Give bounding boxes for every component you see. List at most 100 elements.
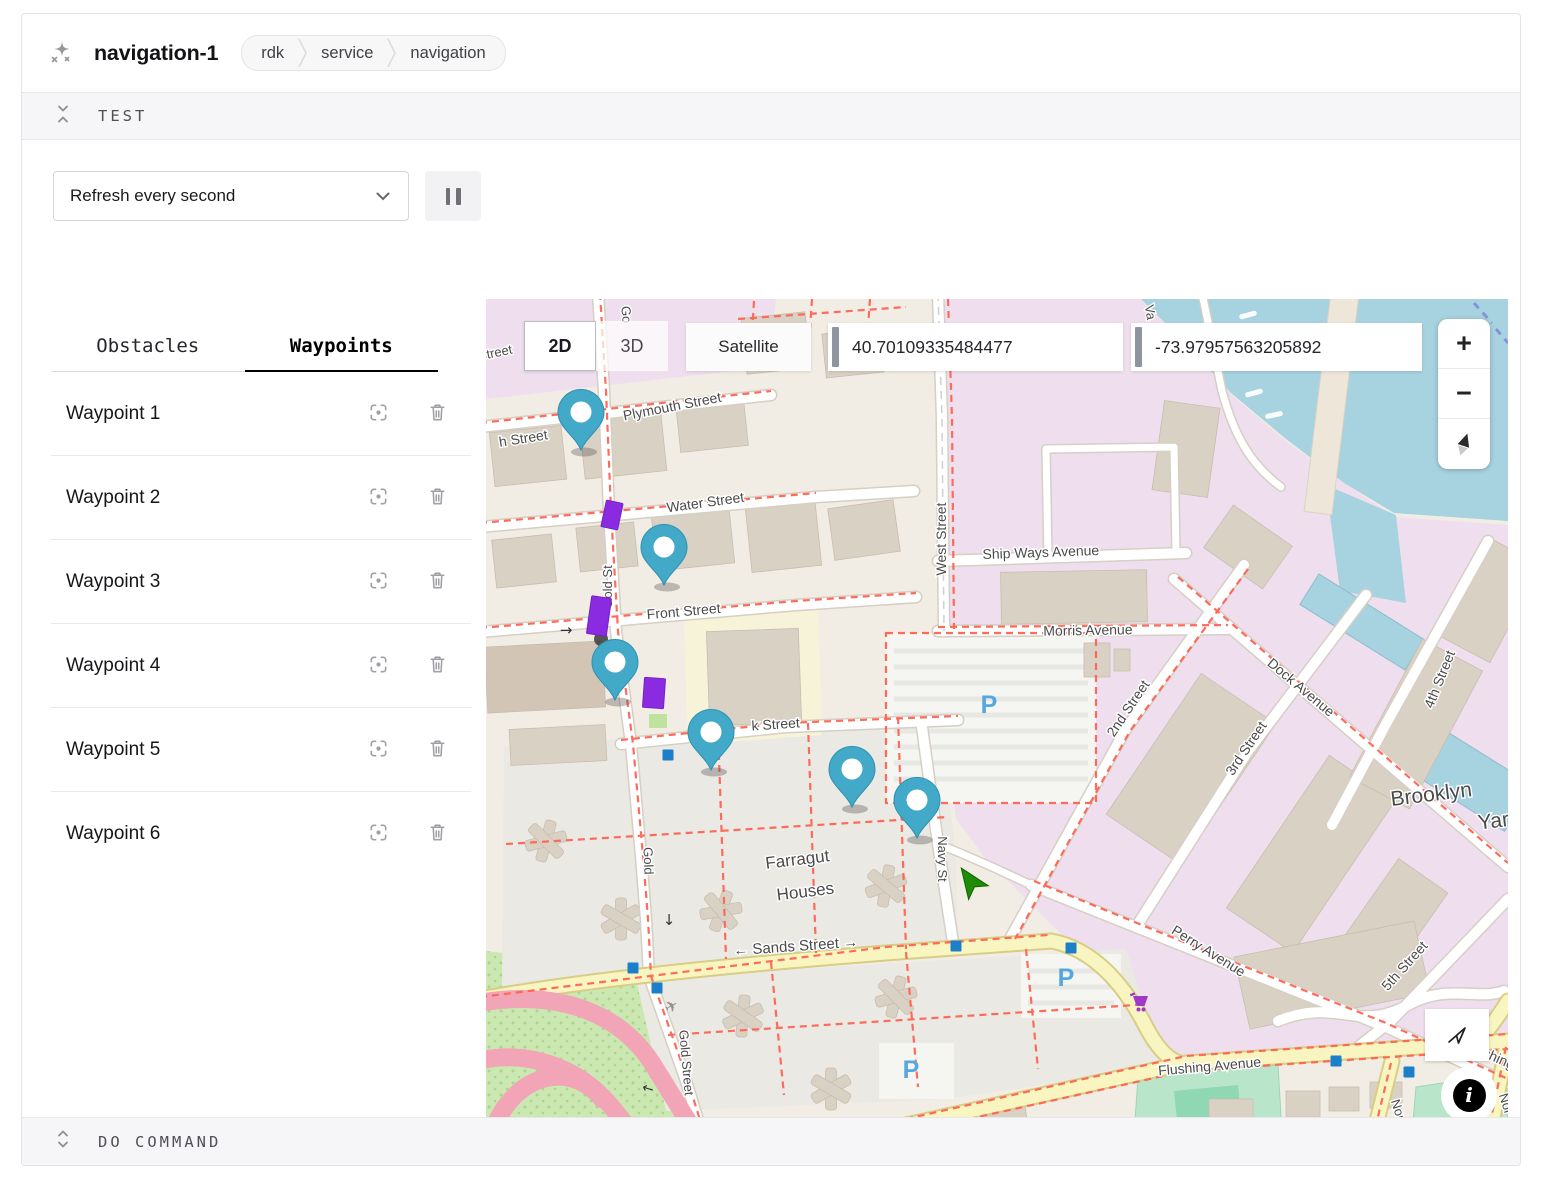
waypoint-list: Waypoint 1 Waypoint 2 Waypoint 3 Waypoint 4… (51, 372, 471, 876)
traffic-signal-icon (1331, 1056, 1342, 1067)
trash-icon (426, 737, 449, 763)
trash-icon (426, 653, 449, 679)
attribution-button[interactable]: i (1441, 1067, 1497, 1123)
focus-icon (367, 821, 390, 847)
waypoint-name: Waypoint 2 (66, 487, 331, 509)
map-mode-toggle: 2D 3D (524, 321, 668, 371)
longitude-input[interactable] (1153, 336, 1418, 359)
breadcrumb-item: rdk (248, 44, 297, 63)
delete-waypoint-button[interactable] (426, 401, 449, 427)
tab-obstacles[interactable]: Obstacles (51, 321, 245, 371)
focus-waypoint-button[interactable] (367, 401, 390, 427)
focus-waypoint-button[interactable] (367, 485, 390, 511)
main-content: ObstaclesWaypoints Waypoint 1Waypoint 2W… (22, 283, 1520, 1150)
street-label: k Street (751, 714, 800, 733)
waypoint-name: Waypoint 5 (66, 739, 331, 761)
zoom-out-button[interactable]: − (1438, 369, 1490, 419)
focus-waypoint-button[interactable] (367, 737, 390, 763)
focus-icon (367, 485, 390, 511)
zoom-in-button[interactable]: + (1438, 319, 1490, 369)
refresh-select[interactable]: Refresh every second (53, 171, 409, 221)
delete-waypoint-button[interactable] (426, 653, 449, 679)
delete-waypoint-button[interactable] (426, 737, 449, 763)
traffic-signal-icon (951, 941, 962, 952)
focus-icon (367, 653, 390, 679)
pause-icon (446, 188, 451, 205)
parking-icon: P (981, 691, 998, 719)
waypoint-row: Waypoint 1 (51, 372, 471, 456)
street-label: Gold (641, 847, 657, 875)
latitude-input[interactable] (850, 336, 1119, 359)
focus-icon (367, 401, 390, 427)
delete-waypoint-button[interactable] (426, 821, 449, 847)
breadcrumb-item: navigation (397, 44, 498, 63)
drag-handle[interactable] (832, 327, 839, 367)
trash-icon (426, 821, 449, 847)
test-section-header[interactable]: TEST (22, 92, 1520, 140)
waypoint-row: Waypoint 4 (51, 624, 471, 708)
breadcrumb-item: service (308, 44, 386, 63)
parking-icon: P (903, 1056, 920, 1084)
trash-icon (426, 485, 449, 511)
waypoint-name: Waypoint 6 (66, 823, 331, 845)
obstacle-marker[interactable] (642, 677, 665, 708)
svg-text:→: → (560, 621, 573, 639)
panel-header: navigation-1 rdk service navigation (22, 14, 1520, 92)
traffic-signal-icon (663, 750, 674, 761)
navigation-arrow-icon (1445, 1023, 1469, 1047)
compass-icon (1452, 430, 1476, 458)
info-icon: i (1453, 1079, 1486, 1112)
tab-waypoints[interactable]: Waypoints (245, 321, 439, 371)
traffic-signal-icon (1404, 1067, 1415, 1078)
panel-tabs: ObstaclesWaypoints (51, 321, 438, 372)
refresh-controls: Refresh every second (22, 140, 1520, 283)
do-command-section-header[interactable]: DO COMMAND (22, 1117, 1520, 1165)
street-label: Yard (1477, 807, 1508, 835)
traffic-signal-icon (628, 963, 639, 974)
breadcrumb-separator-icon (386, 36, 397, 70)
screenshot-stage: navigation-1 rdk service navigation TEST R… (0, 0, 1542, 1180)
page-title: navigation-1 (94, 41, 218, 66)
sparkles-icon (48, 40, 74, 66)
map-mode-3d-button[interactable]: 3D (596, 321, 668, 371)
focus-icon (367, 569, 390, 595)
navigation-panel: navigation-1 rdk service navigation TEST R… (21, 13, 1521, 1166)
map[interactable]: ✈ → ↓ ← PPP StreetPlymouth Streeth Stree… (486, 299, 1508, 1133)
waypoint-name: Waypoint 4 (66, 655, 331, 677)
svg-text:↓: ↓ (663, 911, 676, 929)
locate-button[interactable] (1425, 1009, 1489, 1061)
collapse-icon (56, 102, 70, 131)
waypoint-name: Waypoint 1 (66, 403, 331, 425)
street-label: West Street (933, 502, 949, 575)
longitude-input-wrap (1131, 323, 1422, 371)
trash-icon (426, 569, 449, 595)
map-mode-2d-button[interactable]: 2D (524, 321, 596, 371)
chevron-down-icon (376, 186, 390, 206)
do-command-section-label: DO COMMAND (98, 1133, 221, 1151)
street-label: Morris Avenue (1043, 621, 1133, 639)
waypoint-row: Waypoint 6 (51, 792, 471, 876)
focus-waypoint-button[interactable] (367, 821, 390, 847)
map-canvas[interactable]: ✈ → ↓ ← PPP StreetPlymouth Streeth Stree… (486, 299, 1508, 1133)
waypoint-row: Waypoint 2 (51, 456, 471, 540)
drag-handle[interactable] (1135, 327, 1142, 367)
trash-icon (426, 401, 449, 427)
breadcrumb: rdk service navigation (241, 35, 505, 71)
expand-icon (56, 1127, 70, 1156)
refresh-select-value: Refresh every second (70, 186, 235, 206)
street-label: Navy St (935, 836, 950, 882)
delete-waypoint-button[interactable] (426, 485, 449, 511)
delete-waypoint-button[interactable] (426, 569, 449, 595)
focus-waypoint-button[interactable] (367, 569, 390, 595)
focus-icon (367, 737, 390, 763)
waypoint-row: Waypoint 3 (51, 540, 471, 624)
satellite-toggle-button[interactable]: Satellite (686, 323, 811, 371)
pause-button[interactable] (425, 171, 481, 221)
compass-button[interactable] (1438, 419, 1490, 469)
map-zoom-control: + − (1438, 319, 1490, 469)
waypoint-row: Waypoint 5 (51, 708, 471, 792)
waypoint-name: Waypoint 3 (66, 571, 331, 593)
traffic-signal-icon (652, 983, 663, 994)
latitude-input-wrap (828, 323, 1123, 371)
focus-waypoint-button[interactable] (367, 653, 390, 679)
